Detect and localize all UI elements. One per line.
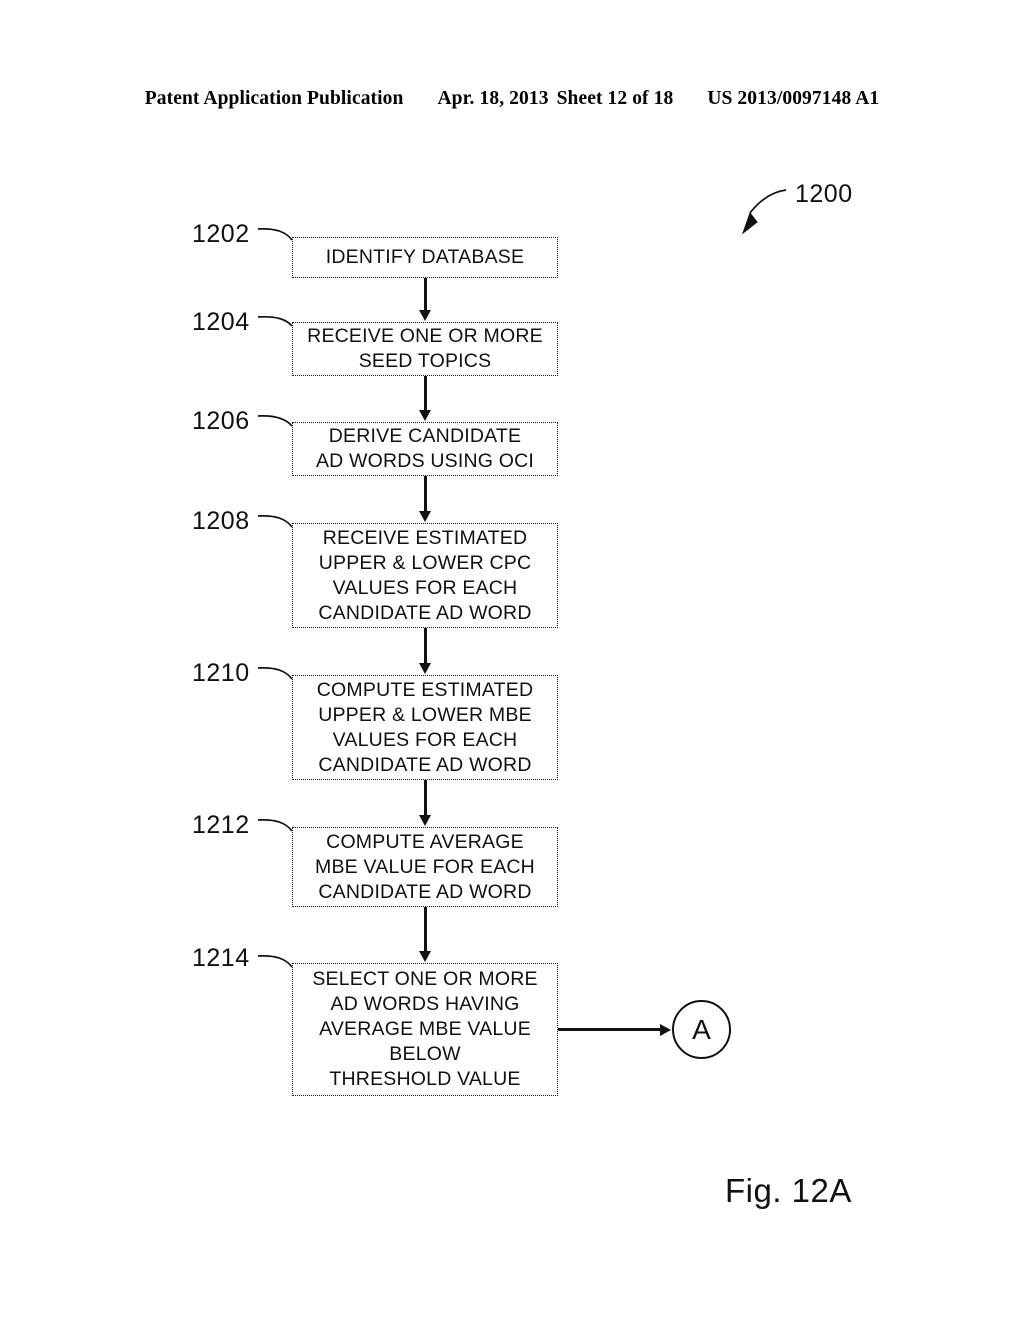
process-box-1214-line-5: THRESHOLD VALUE <box>329 1068 521 1090</box>
process-box-1210-line-2: UPPER & LOWER MBE <box>318 703 532 726</box>
reference-numeral-1204: 1204 <box>192 308 250 336</box>
process-box-1208-line-1: RECEIVE ESTIMATED <box>322 526 528 549</box>
process-box-1206: DERIVE CANDIDATE AD WORDS USING OCI <box>292 422 558 476</box>
leader-line-1212 <box>257 819 293 832</box>
leader-lines-overlay <box>257 189 787 968</box>
process-box-1212-line-3: CANDIDATE AD WORD <box>318 880 532 903</box>
reference-numeral-1202: 1202 <box>192 220 250 248</box>
process-box-1214-line-1: SELECT ONE OR MORE <box>312 968 538 990</box>
header-publication-label: Patent Application Publication <box>144 88 404 109</box>
process-box-1208-line-4: CANDIDATE AD WORD <box>318 601 532 624</box>
process-box-1210-line-4: CANDIDATE AD WORD <box>318 753 532 776</box>
reference-numeral-1210: 1210 <box>192 659 250 687</box>
process-box-1202: IDENTIFY DATABASE <box>292 237 558 278</box>
process-box-1206-line-2: AD WORDS USING OCI <box>315 450 535 472</box>
flow-arrow-1214-to-connector-a <box>558 1028 662 1031</box>
process-box-1214-line-2: AD WORDS HAVING <box>330 993 520 1015</box>
process-box-1204-line-1: RECEIVE ONE OR MORE <box>307 325 543 347</box>
process-box-1212: COMPUTE AVERAGE MBE VALUE FOR EACH CANDI… <box>292 827 558 907</box>
offpage-connector-a-label: A <box>692 1013 711 1045</box>
flow-arrow-1202-to-1204 <box>423 278 427 312</box>
process-box-1204: RECEIVE ONE OR MORE SEED TOPICS <box>292 322 558 376</box>
leader-line-1204 <box>257 315 293 327</box>
reference-numeral-1206: 1206 <box>192 407 250 435</box>
process-box-1214: SELECT ONE OR MORE AD WORDS HAVING AVERA… <box>292 963 558 1096</box>
leader-line-1200 <box>749 189 787 214</box>
process-box-1210-line-1: COMPUTE ESTIMATED <box>316 678 534 701</box>
flow-arrow-1204-to-1206 <box>423 376 427 412</box>
flow-arrow-1212-to-1214 <box>423 907 427 953</box>
page-header: Patent Application Publication Apr. 18, … <box>0 88 1024 118</box>
flow-arrow-1210-to-1212 <box>423 780 427 817</box>
process-box-1206-line-1: DERIVE CANDIDATE <box>328 425 522 447</box>
process-box-1210: COMPUTE ESTIMATED UPPER & LOWER MBE VALU… <box>292 675 558 780</box>
reference-numeral-1200: 1200 <box>795 180 853 208</box>
process-box-1210-line-3: VALUES FOR EACH <box>332 728 518 751</box>
process-box-1212-line-2: MBE VALUE FOR EACH <box>315 855 535 878</box>
process-box-1214-line-4: BELOW <box>389 1043 461 1065</box>
process-box-1214-line-3: AVERAGE MBE VALUE <box>319 1018 531 1040</box>
process-box-1202-line-1: IDENTIFY DATABASE <box>325 246 525 268</box>
header-date-label: Apr. 18, 2013 <box>437 88 549 109</box>
leader-line-1206 <box>257 415 293 427</box>
header-patent-number: US 2013/0097148 A1 <box>707 88 880 109</box>
figure-caption: Fig. 12A <box>725 1172 852 1209</box>
leader-line-1208 <box>257 515 293 528</box>
leader-line-1202 <box>257 228 293 241</box>
process-box-1204-line-2: SEED TOPICS <box>358 350 492 372</box>
process-box-1208-line-2: UPPER & LOWER CPC <box>318 551 532 574</box>
leader-line-1210 <box>257 667 293 680</box>
flow-arrow-1208-to-1210 <box>423 628 427 665</box>
leader-line-1214 <box>257 955 293 968</box>
offpage-connector-a: A <box>672 1000 731 1059</box>
process-box-1208-line-3: VALUES FOR EACH <box>332 576 518 599</box>
process-box-1208: RECEIVE ESTIMATED UPPER & LOWER CPC VALU… <box>292 523 558 628</box>
flow-arrow-1206-to-1208 <box>423 476 427 513</box>
patent-figure-page: Patent Application Publication Apr. 18, … <box>0 0 1024 1320</box>
reference-numeral-1214: 1214 <box>192 944 250 972</box>
arrowhead-1200 <box>741 211 758 235</box>
process-box-1212-line-1: COMPUTE AVERAGE <box>326 830 524 853</box>
header-sheet-label: Sheet 12 of 18 <box>556 88 674 109</box>
reference-numeral-1208: 1208 <box>192 507 250 535</box>
reference-numeral-1212: 1212 <box>192 811 250 839</box>
